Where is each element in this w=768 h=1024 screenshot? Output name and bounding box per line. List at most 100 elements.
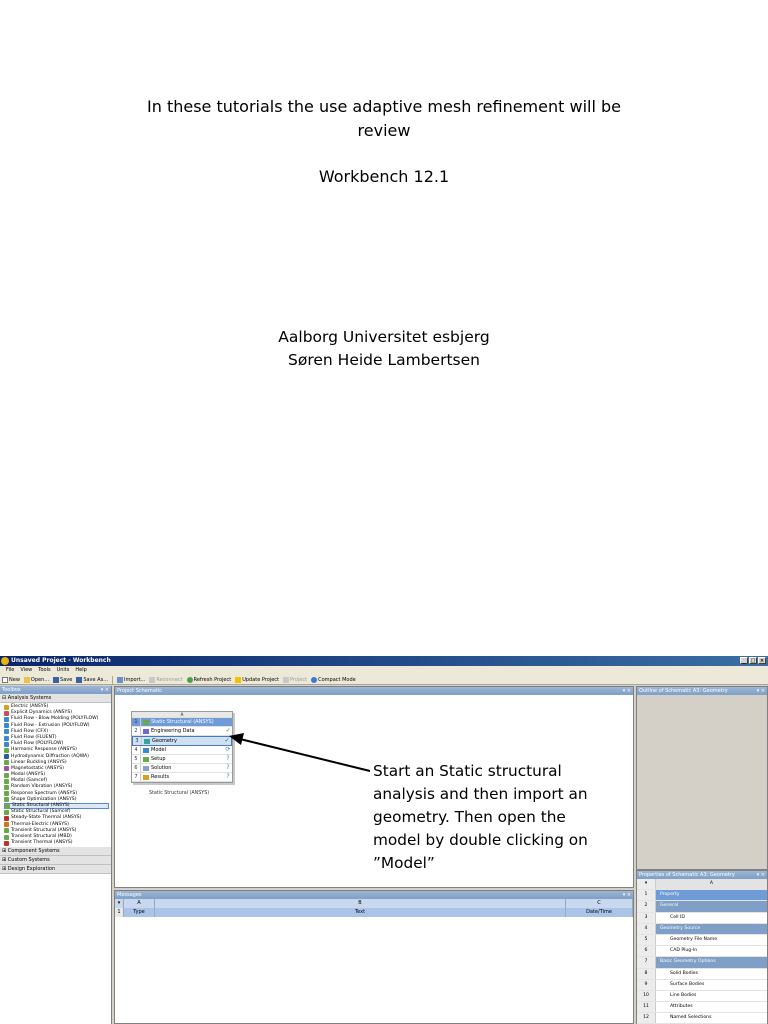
toolbox-panel: Toolbox ▾ × ⊟ Analysis Systems Electric (…	[0, 686, 112, 1024]
property-row[interactable]: 12 Named Selections	[637, 1013, 767, 1024]
system-caption[interactable]: Static Structural (ANSYS)	[149, 791, 209, 796]
fluid-flow-icon	[4, 729, 9, 735]
refresh-required-icon: ⟳	[225, 746, 231, 753]
transient-structural-icon	[4, 828, 9, 834]
save-icon	[53, 676, 60, 683]
cell-setup[interactable]: 5 Setup?	[132, 755, 232, 764]
save-as-button[interactable]: Save As...	[76, 675, 108, 684]
messages-header: Messages ▾ ×	[115, 891, 633, 899]
geometry-icon	[144, 738, 150, 744]
up-to-date-icon: ✓	[224, 737, 230, 744]
panel-pin-icon[interactable]: ▾ ×	[101, 686, 109, 694]
property-row[interactable]: 1 Property	[637, 890, 767, 902]
buckling-icon	[4, 760, 9, 766]
toolbox-item[interactable]: Transient Thermal (ANSYS)	[4, 840, 111, 846]
row-menu-icon[interactable]: ▾	[637, 879, 656, 890]
toolbox-group-custom[interactable]: ⊞ Custom Systems	[0, 856, 111, 866]
slide-subtitle: Workbench 12.1	[318, 167, 450, 186]
panel-pin-icon[interactable]: ▾ ×	[623, 891, 631, 899]
outline-header: Outline of Schematic A3: Geometry ▾ ×	[637, 687, 767, 695]
property-row[interactable]: 11 Attributes	[637, 1002, 767, 1014]
slide-author-name: Søren Heide Lambertsen	[288, 351, 480, 369]
import-button[interactable]: Import...	[116, 675, 145, 684]
annotation-text: Start an Static structural analysis and …	[373, 760, 613, 875]
compact-mode-icon	[311, 676, 318, 683]
slide-title-line-2: review	[357, 121, 411, 140]
property-label: Attributes	[670, 1004, 693, 1010]
cell-results[interactable]: 7 Results?	[132, 773, 232, 782]
cell-solution[interactable]: 6 Solution?	[132, 764, 232, 773]
property-row[interactable]: 5 Geometry File Name	[637, 934, 767, 947]
import-icon	[116, 676, 123, 683]
maximize-button[interactable]: □	[749, 657, 757, 664]
property-row[interactable]: 10 Line Bodies	[637, 990, 767, 1003]
reconnect-button[interactable]: Reconnect	[149, 675, 183, 684]
close-button[interactable]: ×	[758, 657, 766, 664]
property-label: Geometry File Name	[670, 936, 718, 942]
property-label: Cell ID	[670, 914, 685, 920]
refresh-project-button[interactable]: Refresh Project	[186, 675, 231, 684]
response-spectrum-icon	[4, 791, 9, 797]
shape-optimization-icon	[4, 797, 9, 803]
attention-icon: ?	[226, 764, 230, 771]
save-button[interactable]: Save	[53, 675, 72, 684]
property-row[interactable]: 4 Geometry Source	[637, 923, 767, 935]
property-label: CAD Plug-In	[670, 948, 698, 954]
properties-panel: Properties of Schematic A3: Geometry ▾ × …	[636, 870, 768, 1024]
magnetostatic-icon	[4, 766, 9, 772]
cell-model[interactable]: 4 Model ⟳	[132, 746, 232, 755]
panel-pin-icon[interactable]: ▾ ×	[757, 687, 765, 695]
property-row[interactable]: 3 Cell ID	[637, 912, 767, 924]
window-title: Unsaved Project - Workbench	[11, 657, 111, 664]
compact-mode-button[interactable]: Compact Mode	[311, 675, 356, 684]
fluid-flow-icon	[4, 741, 9, 747]
property-label: Solid Bodies	[670, 970, 699, 976]
explicit-dynamics-icon	[4, 710, 9, 716]
property-row[interactable]: 6 CAD Plug-In	[637, 946, 767, 958]
electric-icon	[4, 704, 9, 710]
new-button[interactable]: New	[2, 675, 20, 684]
static-structural-system[interactable]: A 1 Static Structural (ANSYS) 2 Engineerin…	[131, 711, 233, 783]
property-label: Line Bodies	[670, 992, 697, 998]
panel-pin-icon[interactable]: ▾ ×	[757, 871, 765, 879]
property-row[interactable]: 2 General	[637, 901, 767, 913]
slide-title-line-1: In these tutorials the use adaptive mesh…	[147, 97, 621, 116]
attention-icon: ?	[226, 773, 230, 780]
toolbox-group-design[interactable]: ⊞ Design Exploration	[0, 865, 111, 875]
project-button[interactable]: Project	[283, 675, 307, 684]
cell-engineering-data[interactable]: 2 Engineering Data ✓	[132, 727, 232, 736]
messages-header-row: 1 Type Text Date/Time	[115, 908, 633, 917]
outline-panel: Outline of Schematic A3: Geometry ▾ ×	[636, 686, 768, 870]
toolbox-header: Toolbox ▾ ×	[0, 686, 111, 694]
row-menu-icon[interactable]: ▾	[115, 899, 124, 908]
property-row[interactable]: 9 Surface Bodies	[637, 979, 767, 991]
toolbox-group-analysis[interactable]: ⊟ Analysis Systems	[0, 694, 111, 703]
setup-icon	[143, 756, 149, 762]
toolbox-group-component[interactable]: ⊞ Component Systems	[0, 847, 111, 857]
property-row[interactable]: 8 Solid Bodies	[637, 968, 767, 980]
minimize-button[interactable]: _	[740, 657, 748, 664]
static-structural-icon	[143, 719, 149, 725]
property-category: Geometry Source	[656, 923, 767, 934]
thermal-icon	[4, 815, 9, 821]
menu-bar: File View Tools Units Help	[0, 666, 768, 675]
property-category: General	[656, 901, 767, 912]
cell-geometry[interactable]: 3 Geometry ✓	[132, 736, 232, 746]
project-icon	[283, 676, 289, 683]
transient-structural-icon	[4, 834, 9, 840]
results-icon	[143, 774, 149, 780]
property-row[interactable]: 7 Basic Geometry Options	[637, 957, 767, 969]
property-label: Surface Bodies	[670, 981, 705, 987]
modal-icon	[4, 778, 9, 784]
properties-header: Properties of Schematic A3: Geometry ▾ ×	[637, 871, 767, 879]
save-as-icon	[76, 676, 83, 683]
new-file-icon	[2, 676, 8, 683]
engineering-data-icon	[143, 728, 149, 734]
update-project-button[interactable]: Update Project	[235, 675, 279, 684]
system-header-row[interactable]: 1 Static Structural (ANSYS)	[132, 718, 232, 727]
window-titlebar: Unsaved Project - Workbench _ □ ×	[0, 656, 768, 666]
panel-pin-icon[interactable]: ▾ ×	[623, 687, 631, 695]
open-button[interactable]: Open...	[23, 675, 49, 684]
static-structural-icon	[4, 809, 9, 815]
refresh-icon	[186, 676, 193, 683]
